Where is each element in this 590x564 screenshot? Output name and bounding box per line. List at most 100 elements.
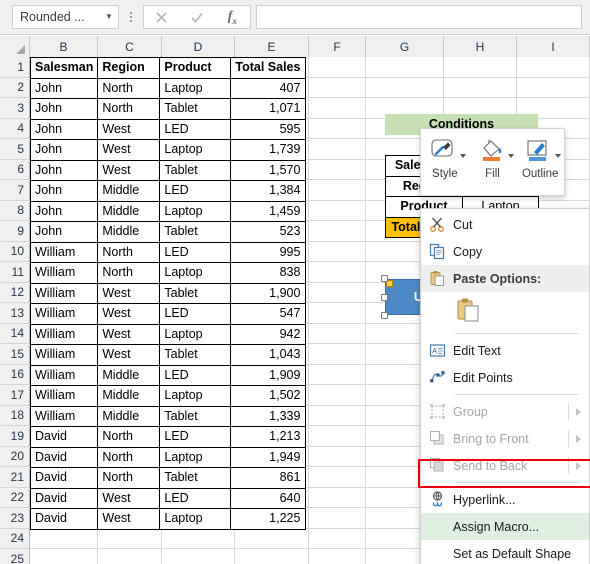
table-cell[interactable]: 1,459 bbox=[230, 200, 307, 222]
table-cell[interactable]: William bbox=[29, 364, 99, 386]
paste-options-gallery[interactable] bbox=[421, 292, 589, 330]
name-box[interactable]: Rounded ... ▼ bbox=[12, 5, 119, 29]
table-cell[interactable]: 1,384 bbox=[230, 180, 307, 202]
table-cell[interactable]: William bbox=[29, 303, 99, 325]
table-cell[interactable]: William bbox=[29, 385, 99, 407]
mini-toolbar-style-button[interactable]: Style bbox=[421, 129, 469, 195]
table-cell[interactable]: 995 bbox=[230, 241, 307, 263]
table-cell[interactable]: Laptop bbox=[159, 508, 232, 530]
table-cell[interactable]: William bbox=[29, 323, 99, 345]
column-header-b[interactable]: B bbox=[30, 36, 98, 57]
table-cell[interactable]: John bbox=[29, 221, 99, 243]
sales-data-table[interactable]: Salesman Region Product Total Sales John Nort… bbox=[29, 57, 307, 530]
table-cell[interactable]: West bbox=[97, 159, 161, 181]
row-header-22[interactable]: 22 bbox=[0, 487, 29, 508]
table-cell[interactable]: 1,570 bbox=[230, 159, 307, 181]
menu-item-hyperlink[interactable]: Hyperlink... bbox=[421, 486, 589, 513]
table-cell[interactable]: West bbox=[97, 508, 161, 530]
shape-context-menu[interactable]: Cut Copy Paste Options: A Edit Text Edit Poin… bbox=[420, 208, 590, 564]
table-cell[interactable]: John bbox=[29, 77, 99, 99]
table-cell[interactable]: Middle bbox=[97, 364, 161, 386]
table-cell[interactable]: William bbox=[29, 344, 99, 366]
column-header-f[interactable]: F bbox=[309, 36, 366, 57]
table-cell[interactable]: Middle bbox=[97, 180, 161, 202]
table-cell[interactable]: North bbox=[97, 426, 161, 448]
table-cell[interactable]: John bbox=[29, 139, 99, 161]
row-header-15[interactable]: 15 bbox=[0, 344, 29, 365]
row-header-2[interactable]: 2 bbox=[0, 77, 29, 98]
table-cell[interactable]: Tablet bbox=[159, 98, 232, 120]
table-cell[interactable]: 640 bbox=[230, 487, 307, 509]
table-cell[interactable]: Tablet bbox=[159, 344, 232, 366]
table-cell[interactable]: Laptop bbox=[159, 262, 232, 284]
chevron-down-icon[interactable] bbox=[459, 154, 466, 158]
formula-input[interactable] bbox=[256, 5, 582, 29]
menu-item-assign-macro[interactable]: Assign Macro... bbox=[421, 513, 589, 540]
table-cell[interactable]: David bbox=[29, 487, 99, 509]
confirm-check-icon[interactable] bbox=[179, 6, 214, 28]
column-header-e[interactable]: E bbox=[235, 36, 309, 57]
column-header-c[interactable]: C bbox=[98, 36, 162, 57]
table-cell[interactable]: 547 bbox=[230, 303, 307, 325]
table-header-cell[interactable]: Product bbox=[159, 57, 232, 79]
table-cell[interactable]: Laptop bbox=[159, 446, 232, 468]
row-header-3[interactable]: 3 bbox=[0, 98, 29, 119]
paste-keep-formatting-icon[interactable] bbox=[455, 297, 481, 326]
table-cell[interactable]: 1,213 bbox=[230, 426, 307, 448]
cancel-x-icon[interactable] bbox=[144, 6, 179, 28]
row-header-24[interactable]: 24 bbox=[0, 528, 29, 549]
column-header-i[interactable]: I bbox=[517, 36, 590, 57]
table-cell[interactable]: North bbox=[97, 241, 161, 263]
table-header-cell[interactable]: Total Sales bbox=[230, 57, 307, 79]
row-header-17[interactable]: 17 bbox=[0, 385, 29, 406]
table-cell[interactable]: William bbox=[29, 405, 99, 427]
table-cell[interactable]: Middle bbox=[97, 405, 161, 427]
table-cell[interactable]: William bbox=[29, 262, 99, 284]
table-cell[interactable]: Tablet bbox=[159, 282, 232, 304]
row-header-23[interactable]: 23 bbox=[0, 508, 29, 529]
table-cell[interactable]: John bbox=[29, 98, 99, 120]
table-cell[interactable]: 1,339 bbox=[230, 405, 307, 427]
table-cell[interactable]: 1,043 bbox=[230, 344, 307, 366]
table-cell[interactable]: West bbox=[97, 323, 161, 345]
table-cell[interactable]: 1,071 bbox=[230, 98, 307, 120]
table-cell[interactable]: 407 bbox=[230, 77, 307, 99]
table-cell[interactable]: LED bbox=[159, 241, 232, 263]
table-header-cell[interactable]: Salesman bbox=[29, 57, 99, 79]
row-header-13[interactable]: 13 bbox=[0, 303, 29, 324]
mini-toolbar-fill-button[interactable]: Fill bbox=[469, 129, 517, 195]
column-header-g[interactable]: G bbox=[366, 36, 444, 57]
table-cell[interactable]: North bbox=[97, 262, 161, 284]
row-header-16[interactable]: 16 bbox=[0, 364, 29, 385]
chevron-down-icon[interactable] bbox=[555, 154, 562, 158]
table-cell[interactable]: 1,225 bbox=[230, 508, 307, 530]
resize-handle-middle-left[interactable] bbox=[381, 293, 388, 301]
table-cell[interactable]: 1,949 bbox=[230, 446, 307, 468]
column-header-d[interactable]: D bbox=[162, 36, 235, 57]
row-header-10[interactable]: 10 bbox=[0, 241, 29, 262]
table-cell[interactable]: North bbox=[97, 446, 161, 468]
row-header-5[interactable]: 5 bbox=[0, 139, 29, 160]
table-cell[interactable]: John bbox=[29, 180, 99, 202]
table-cell[interactable]: North bbox=[97, 98, 161, 120]
row-header-12[interactable]: 12 bbox=[0, 282, 29, 303]
table-cell[interactable]: David bbox=[29, 426, 99, 448]
column-header-h[interactable]: H bbox=[444, 36, 517, 57]
table-cell[interactable]: West bbox=[97, 344, 161, 366]
table-cell[interactable]: LED bbox=[159, 118, 232, 140]
menu-item-edit-text[interactable]: A Edit Text bbox=[421, 337, 589, 364]
table-cell[interactable]: John bbox=[29, 159, 99, 181]
row-header-14[interactable]: 14 bbox=[0, 323, 29, 344]
table-cell[interactable]: 1,502 bbox=[230, 385, 307, 407]
table-cell[interactable]: LED bbox=[159, 426, 232, 448]
row-header-7[interactable]: 7 bbox=[0, 180, 29, 201]
row-header-19[interactable]: 19 bbox=[0, 426, 29, 447]
row-header-4[interactable]: 4 bbox=[0, 118, 29, 139]
shape-mini-toolbar[interactable]: Style Fill Outline bbox=[420, 128, 565, 196]
resize-handle-top-left[interactable] bbox=[381, 275, 388, 282]
row-header-11[interactable]: 11 bbox=[0, 262, 29, 283]
table-cell[interactable]: LED bbox=[159, 364, 232, 386]
table-cell[interactable]: West bbox=[97, 282, 161, 304]
row-header-8[interactable]: 8 bbox=[0, 200, 29, 221]
menu-item-edit-points[interactable]: Edit Points bbox=[421, 364, 589, 391]
